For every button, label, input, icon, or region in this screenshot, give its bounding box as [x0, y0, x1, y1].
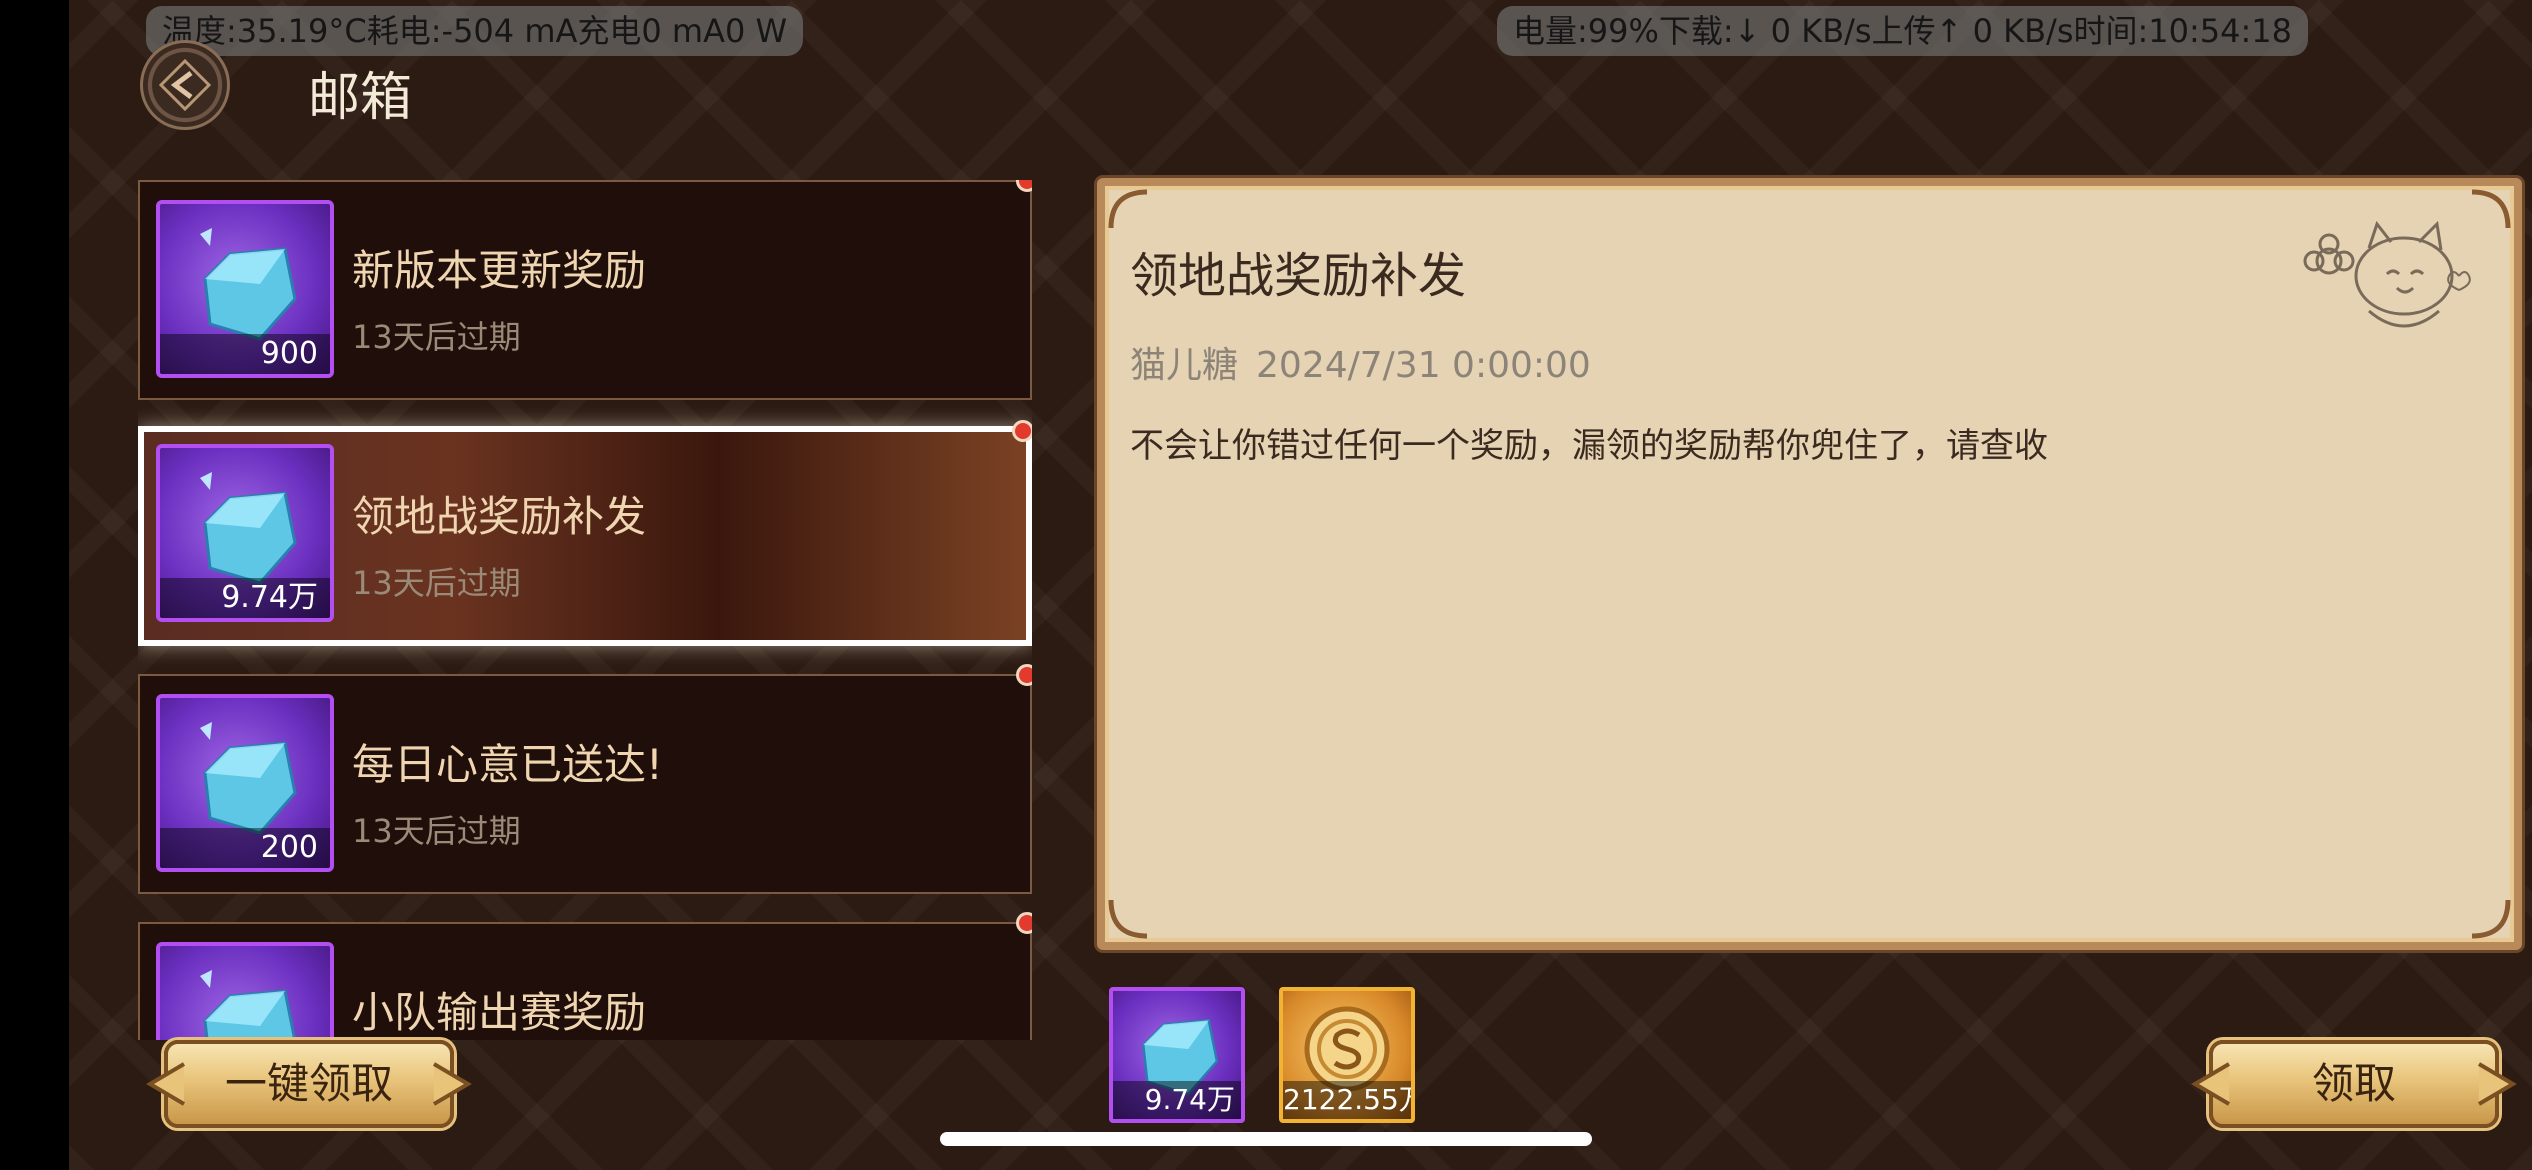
page-title: 邮箱: [308, 68, 413, 128]
mail-detail-body: 不会让你错过任何一个奖励，漏领的奖励帮你兜住了，请查收: [1130, 426, 2048, 466]
mail-reward-count: 9.74万: [160, 578, 330, 618]
corner-ornament-icon: [1108, 189, 1148, 229]
mail-sender: 猫儿糖: [1130, 345, 1239, 386]
reward-count: 2122.55万: [1283, 1081, 1411, 1119]
status-right-text: 电量:99%下载:↓ 0 KB/s上传↑ 0 KB/s时间:10:54:18: [1497, 6, 2309, 56]
button-ornament-icon: [2191, 1062, 2231, 1106]
crystal-icon: [200, 722, 297, 835]
unread-dot: [1016, 912, 1032, 934]
mail-reward-icon: [156, 942, 334, 1040]
claim-all-label: 一键领取: [224, 1059, 393, 1108]
status-left-text: 温度:35.19°C耗电:-504 mA充电0 mA0 W: [146, 6, 804, 56]
mail-title: 每日心意已送达!: [352, 740, 663, 789]
reward-count: 9.74万: [1113, 1081, 1241, 1119]
back-arrow-icon: [158, 58, 212, 112]
unread-dot: [1016, 180, 1032, 192]
claim-all-button[interactable]: 一键领取: [146, 1040, 472, 1128]
mail-expire-text: 13天后过期: [352, 812, 521, 850]
mail-title: 小队输出赛奖励: [352, 988, 647, 1037]
mail-item-squad-output-reward[interactable]: 小队输出赛奖励: [138, 912, 1032, 1040]
mailbox-screen: 温度:35.19°C耗电:-504 mA充电0 mA0 W 电量:99%下载:↓…: [69, 0, 2532, 1170]
button-ornament-icon: [432, 1062, 472, 1106]
mail-item-update-reward[interactable]: 900 新版本更新奖励 13天后过期: [138, 180, 1032, 400]
corner-ornament-icon: [1108, 899, 1148, 939]
mail-reward-icon: 200: [156, 694, 334, 872]
mail-date: 2024/7/31 0:00:00: [1256, 345, 1591, 386]
crystal-icon: [200, 472, 297, 585]
reward-item-gold[interactable]: 2122.55万: [1279, 987, 1415, 1123]
cat-doodle-icon: [2303, 220, 2471, 328]
unread-dot: [1016, 664, 1032, 686]
reward-item-crystal[interactable]: 9.74万: [1109, 987, 1245, 1123]
home-indicator[interactable]: [940, 1132, 1592, 1146]
crystal-icon: [200, 970, 297, 1040]
mail-reward-icon: 900: [156, 200, 334, 378]
back-button[interactable]: [140, 40, 230, 130]
left-edge-bar: [0, 0, 69, 1170]
mail-detail-panel: 领地战奖励补发 猫儿糖 2024/7/31 0:00:00 不会让你错过任何一个奖…: [1097, 178, 2522, 950]
unread-dot: [1012, 420, 1032, 442]
mail-expire-text: 13天后过期: [352, 318, 521, 356]
mail-title: 领地战奖励补发: [352, 492, 647, 541]
mail-item-territory-war-reward[interactable]: 9.74万 领地战奖励补发 13天后过期: [138, 420, 1032, 646]
claim-label: 领取: [2311, 1059, 2396, 1108]
claim-button[interactable]: 领取: [2191, 1040, 2517, 1128]
mail-detail-meta: 猫儿糖 2024/7/31 0:00:00: [1130, 336, 1609, 388]
button-ornament-icon: [2477, 1062, 2517, 1106]
crystal-icon: [200, 228, 297, 341]
button-ornament-icon: [146, 1062, 186, 1106]
mail-item-daily-gift[interactable]: 200 每日心意已送达! 13天后过期: [138, 664, 1032, 894]
mail-reward-count: 900: [160, 334, 330, 374]
corner-ornament-icon: [2471, 899, 2511, 939]
mail-reward-icon: 9.74万: [156, 444, 334, 622]
mail-reward-count: 200: [160, 828, 330, 868]
mail-list[interactable]: 900 新版本更新奖励 13天后过期 9.74万 领地战奖励补发 13天后过期: [138, 180, 1032, 1040]
mail-expire-text: 13天后过期: [352, 564, 521, 602]
mail-detail-title: 领地战奖励补发: [1130, 248, 1467, 304]
mail-title: 新版本更新奖励: [352, 246, 647, 295]
